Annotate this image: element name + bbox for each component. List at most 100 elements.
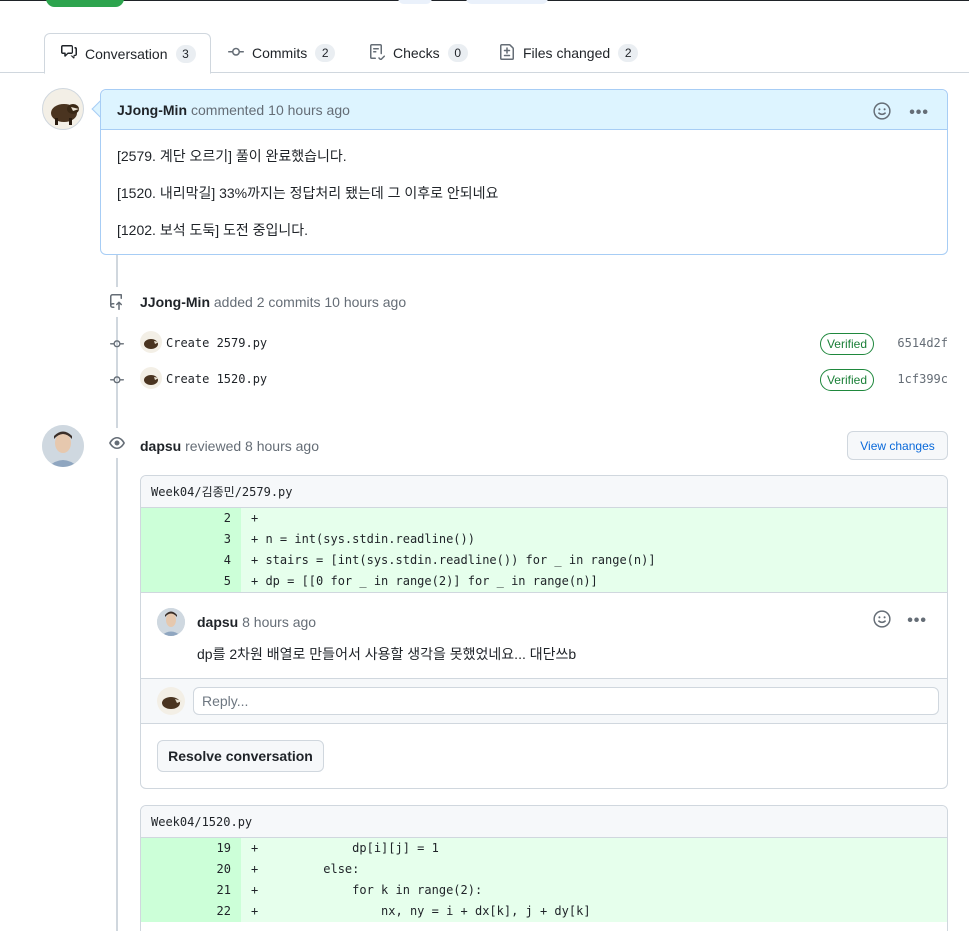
comment-box: JJong-Min commented 10 hours ago ••• [25… <box>100 89 948 255</box>
diff-line: 22 + nx, ny = i + dx[k], j + dy[k] <box>141 901 947 922</box>
review-author[interactable]: dapsu <box>140 438 181 454</box>
reply-input[interactable]: Reply... <box>193 687 939 715</box>
line-code: + dp[i][j] = 1 <box>241 838 947 859</box>
tab-counter: 2 <box>618 44 639 62</box>
commit-row: Create 2579.py Verified 6514d2f <box>100 331 948 355</box>
diff-line: 2 + <box>141 508 947 529</box>
commit-sha[interactable]: 6514d2f <box>897 336 948 350</box>
tab-counter: 3 <box>175 44 196 63</box>
file-path[interactable]: Week04/김종민/2579.py <box>141 476 947 508</box>
commit-message[interactable]: Create 2579.py <box>166 336 267 350</box>
avatar[interactable] <box>42 88 84 130</box>
review-comment-time[interactable]: 8 hours ago <box>242 614 316 630</box>
comment-time[interactable]: 10 hours ago <box>268 102 350 118</box>
commit-icon <box>110 337 124 351</box>
commits-event-text: JJong-Min added 2 commits 10 hours ago <box>140 294 406 310</box>
label-fragment <box>466 0 548 4</box>
line-number[interactable]: 21 <box>141 880 241 901</box>
line-code: + else: <box>241 859 947 880</box>
review-comment-author[interactable]: dapsu <box>197 614 238 630</box>
diff-line: 4 + stairs = [int(sys.stdin.readline()) … <box>141 550 947 571</box>
avatar[interactable] <box>140 331 162 353</box>
kebab-icon[interactable]: ••• <box>907 612 927 628</box>
line-code: + stairs = [int(sys.stdin.readline()) fo… <box>241 550 947 571</box>
line-number[interactable]: 19 <box>141 838 241 859</box>
commit-row: Create 1520.py Verified 1cf399c <box>100 367 948 391</box>
avatar[interactable] <box>157 687 185 715</box>
file-diff-icon <box>499 43 515 63</box>
timeline-line <box>116 254 118 931</box>
tab-checks[interactable]: Checks 0 <box>353 33 484 73</box>
diff-hunk: 2 + 3 + n = int(sys.stdin.readline()) 4 … <box>141 508 947 592</box>
review-comment-body: dp를 2차원 배열로 만들어서 사용할 생각을 못했었네요... 대단쓰b <box>197 646 577 662</box>
line-code: + nx, ny = i + dx[k], j + dy[k] <box>241 901 947 922</box>
eye-icon <box>102 428 132 458</box>
line-number[interactable]: 2 <box>141 508 241 529</box>
line-number[interactable]: 4 <box>141 550 241 571</box>
review-thread: Week04/김종민/2579.py 2 + 3 + n = int(sys.s… <box>140 475 948 789</box>
file-path[interactable]: Week04/1520.py <box>141 806 947 838</box>
line-number[interactable]: 3 <box>141 529 241 550</box>
diff-line: 19 + dp[i][j] = 1 <box>141 838 947 859</box>
line-number[interactable]: 22 <box>141 901 241 922</box>
tab-conversation[interactable]: Conversation 3 <box>44 33 211 74</box>
line-code: + dp = [[0 for _ in range(2)] for _ in r… <box>241 571 947 592</box>
event-action: added 2 commits <box>213 294 321 310</box>
review-event-text: dapsu reviewed 8 hours ago <box>140 438 319 454</box>
repo-push-icon <box>102 287 132 317</box>
event-author[interactable]: JJong-Min <box>140 294 210 310</box>
review-comment-header: dapsu 8 hours ago <box>197 614 316 630</box>
line-code: + for k in range(2): <box>241 880 947 901</box>
tab-label: Files changed <box>523 45 611 61</box>
smiley-icon[interactable] <box>873 102 891 123</box>
comment-actions: ••• <box>873 102 929 123</box>
line-number[interactable]: 5 <box>141 571 241 592</box>
diff-line: 3 + n = int(sys.stdin.readline()) <box>141 529 947 550</box>
label-fragment <box>398 0 432 4</box>
event-time[interactable]: 10 hours ago <box>324 294 406 310</box>
comment-header: JJong-Min commented 10 hours ago ••• <box>101 90 947 130</box>
comment-line: [1202. 보석 도둑] 도전 중입니다. <box>117 222 309 238</box>
comment-line: [2579. 계단 오르기] 풀이 완료했습니다. <box>117 148 347 164</box>
review-time[interactable]: 8 hours ago <box>245 438 319 454</box>
avatar[interactable] <box>42 425 84 467</box>
review-comment-actions: ••• <box>873 610 927 631</box>
commit-icon <box>228 44 244 63</box>
tab-counter: 2 <box>315 44 336 62</box>
reply-bar: Reply... <box>141 678 947 724</box>
tab-label: Commits <box>252 45 308 61</box>
comment-discussion-icon <box>61 44 77 63</box>
line-code: + <box>241 508 947 529</box>
avatar[interactable] <box>140 367 162 389</box>
tab-label: Checks <box>393 45 440 61</box>
green-button-fragment[interactable] <box>46 0 124 7</box>
commit-message[interactable]: Create 1520.py <box>166 372 267 386</box>
commit-icon <box>110 373 124 387</box>
comment-line: [1520. 내리막길] 33%까지는 정답처리 됐는데 그 이후로 안되네요 <box>117 185 499 201</box>
tab-files-changed[interactable]: Files changed 2 <box>483 33 654 73</box>
diff-line: 5 + dp = [[0 for _ in range(2)] for _ in… <box>141 571 947 592</box>
smiley-icon[interactable] <box>873 610 891 631</box>
tab-label: Conversation <box>85 45 168 62</box>
line-number[interactable]: 20 <box>141 859 241 880</box>
pr-tab-bar: Conversation 3 Commits 2 Checks 0 Files … <box>0 33 969 74</box>
review-action: reviewed <box>185 438 242 454</box>
review-comment: dapsu 8 hours ago ••• dp를 2차원 배열로 만들어서 사… <box>141 594 947 680</box>
verified-badge[interactable]: Verified <box>819 333 874 355</box>
diff-line: 21 + for k in range(2): <box>141 880 947 901</box>
kebab-icon[interactable]: ••• <box>909 104 929 120</box>
checklist-icon <box>369 43 386 63</box>
line-code: + n = int(sys.stdin.readline()) <box>241 529 947 550</box>
comment-body: [2579. 계단 오르기] 풀이 완료했습니다. [1520. 내리막길] 3… <box>101 130 947 273</box>
verified-badge[interactable]: Verified <box>819 369 874 391</box>
diff-line: 20 + else: <box>141 859 947 880</box>
review-thread: Week04/1520.py 19 + dp[i][j] = 1 20 + el… <box>140 805 948 931</box>
comment-action: commented <box>191 101 265 118</box>
avatar[interactable] <box>157 608 185 636</box>
tab-commits[interactable]: Commits 2 <box>212 33 351 73</box>
comment-author[interactable]: JJong-Min <box>117 102 187 118</box>
resolve-conversation-button[interactable]: Resolve conversation <box>157 740 324 772</box>
tab-counter: 0 <box>447 44 468 62</box>
commit-sha[interactable]: 1cf399c <box>897 372 948 386</box>
view-changes-button[interactable]: View changes <box>847 431 948 460</box>
